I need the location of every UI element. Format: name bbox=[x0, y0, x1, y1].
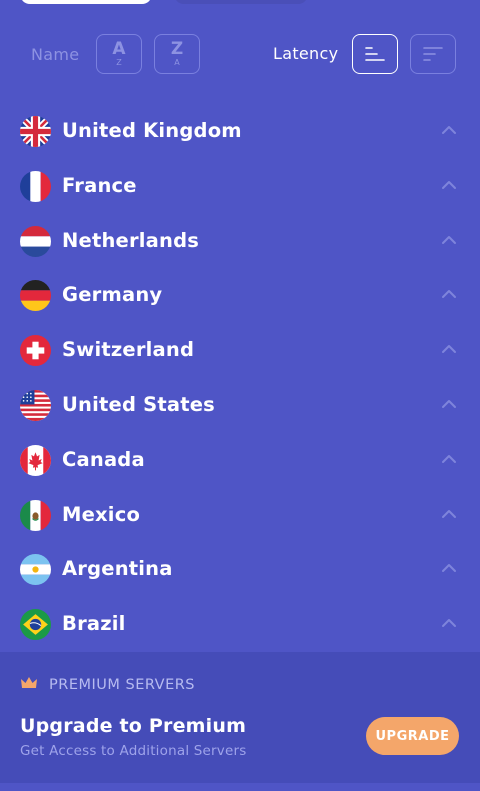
chevron-up-icon[interactable] bbox=[441, 508, 457, 520]
switzerland-flag-icon bbox=[20, 335, 51, 367]
usa-flag-icon bbox=[20, 389, 51, 421]
chevron-up-icon[interactable] bbox=[441, 398, 457, 410]
server-list: United Kingdom France Netherlands German… bbox=[0, 104, 480, 652]
server-row-canada[interactable]: Canada bbox=[0, 433, 480, 488]
chevron-up-icon[interactable] bbox=[441, 288, 457, 300]
sort-ascending-icon bbox=[365, 47, 385, 61]
latency-descending-button[interactable] bbox=[410, 34, 456, 74]
chevron-up-icon[interactable] bbox=[441, 234, 457, 246]
sort-a-z-small-letter: Z bbox=[116, 58, 122, 67]
brazil-flag-icon bbox=[20, 609, 51, 641]
server-row-argentina[interactable]: Argentina bbox=[0, 542, 480, 597]
chevron-up-icon[interactable] bbox=[441, 562, 457, 574]
mexico-flag-icon bbox=[20, 499, 51, 531]
chevron-up-icon[interactable] bbox=[441, 453, 457, 465]
upgrade-subtitle: Get Access to Additional Servers bbox=[20, 743, 247, 759]
server-row-germany[interactable]: Germany bbox=[0, 268, 480, 323]
chevron-up-icon[interactable] bbox=[441, 124, 457, 136]
country-name: Argentina bbox=[62, 557, 173, 581]
server-row-united-kingdom[interactable]: United Kingdom bbox=[0, 104, 480, 159]
country-name: Switzerland bbox=[62, 338, 195, 362]
germany-flag-icon bbox=[20, 280, 51, 312]
country-name: Canada bbox=[62, 447, 145, 471]
chevron-up-icon[interactable] bbox=[441, 179, 457, 191]
country-name: United Kingdom bbox=[62, 119, 242, 142]
country-name: Netherlands bbox=[62, 228, 200, 252]
sort-name-label: Name bbox=[31, 45, 80, 64]
argentina-flag-icon bbox=[20, 554, 51, 586]
country-name: Germany bbox=[62, 283, 163, 307]
country-name: Mexico bbox=[62, 502, 141, 526]
sort-descending-icon bbox=[423, 47, 443, 61]
server-row-switzerland[interactable]: Switzerland bbox=[0, 323, 480, 378]
server-row-mexico[interactable]: Mexico bbox=[0, 488, 480, 543]
sort-a-z-button[interactable]: A Z bbox=[96, 34, 142, 74]
top-tab-inactive[interactable] bbox=[174, 0, 308, 4]
chevron-up-icon[interactable] bbox=[441, 617, 457, 629]
top-tab-active[interactable] bbox=[20, 0, 152, 4]
country-name: France bbox=[62, 173, 137, 197]
premium-section-title: PREMIUM SERVERS bbox=[49, 677, 196, 693]
country-name: United States bbox=[62, 392, 215, 416]
france-flag-icon bbox=[20, 170, 51, 202]
sort-z-a-button[interactable]: Z A bbox=[154, 34, 200, 74]
sort-a-z-big-letter: A bbox=[112, 39, 126, 59]
netherlands-flag-icon bbox=[20, 225, 51, 257]
bottom-strip bbox=[0, 783, 480, 791]
top-tab-bar bbox=[0, 0, 480, 6]
server-row-united-states[interactable]: United States bbox=[0, 378, 480, 433]
sort-bar: Name A Z Z A Latency bbox=[0, 34, 480, 76]
sort-z-a-big-letter: Z bbox=[170, 39, 184, 59]
country-name: Brazil bbox=[62, 612, 126, 636]
latency-ascending-button[interactable] bbox=[352, 34, 398, 74]
crown-icon bbox=[21, 677, 37, 688]
chevron-up-icon[interactable] bbox=[441, 343, 457, 355]
server-row-netherlands[interactable]: Netherlands bbox=[0, 214, 480, 269]
latency-label: Latency bbox=[273, 44, 339, 63]
premium-panel: PREMIUM SERVERS Upgrade to Premium Get A… bbox=[0, 652, 480, 783]
upgrade-button[interactable]: UPGRADE bbox=[366, 717, 459, 755]
upgrade-heading: Upgrade to Premium bbox=[20, 715, 247, 737]
server-row-france[interactable]: France bbox=[0, 159, 480, 214]
server-row-brazil[interactable]: Brazil bbox=[0, 597, 480, 652]
uk-flag-icon bbox=[20, 116, 51, 147]
canada-flag-icon bbox=[20, 444, 51, 476]
sort-z-a-small-letter: A bbox=[174, 58, 180, 67]
